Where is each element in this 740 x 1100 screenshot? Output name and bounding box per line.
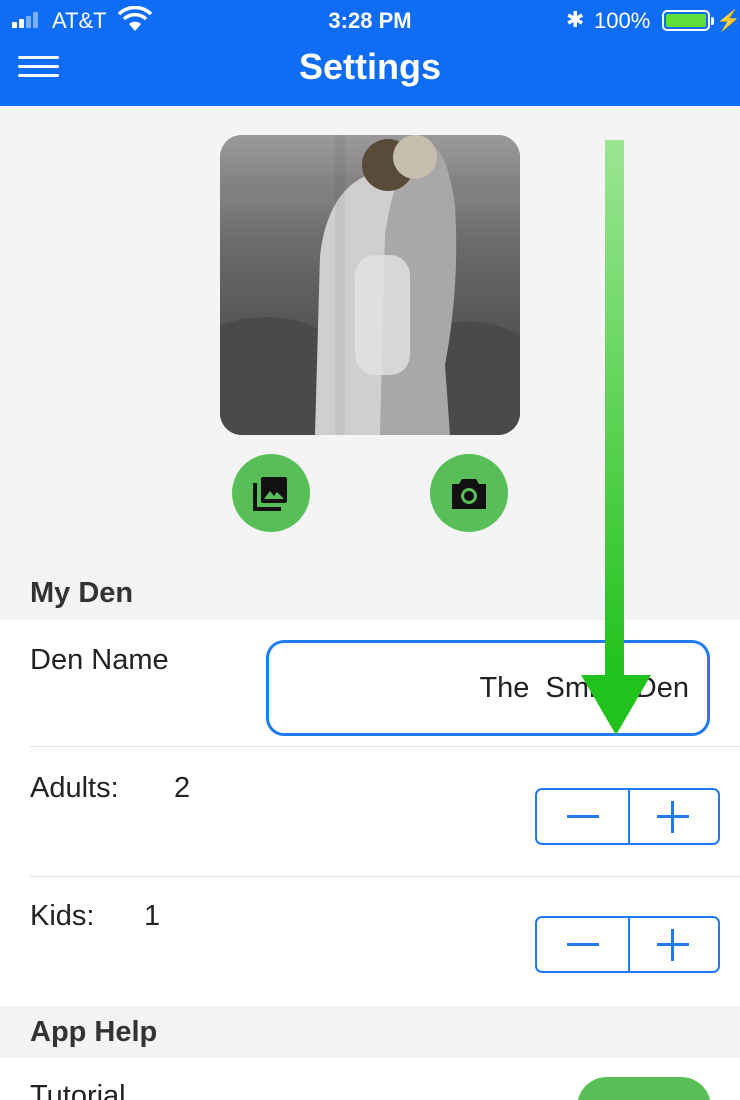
- camera-button[interactable]: [430, 454, 508, 532]
- app-help-section-header: App Help: [0, 1006, 740, 1058]
- den-name-input[interactable]: [266, 640, 710, 736]
- kids-label: Kids:: [30, 900, 95, 932]
- settings-screen: AT&T 3:28 PM ✱ 100% ⚡ Settings My Den De…: [0, 0, 740, 1100]
- my-den-section-header: My Den: [0, 567, 740, 620]
- adults-label: Adults:: [30, 772, 119, 804]
- tutorial-toggle[interactable]: [577, 1077, 711, 1100]
- adults-stepper: [535, 788, 720, 845]
- adults-decrement-button[interactable]: [537, 790, 628, 843]
- kids-count: 1: [144, 900, 161, 932]
- camera-icon: [452, 479, 486, 509]
- row-divider: [30, 746, 740, 747]
- battery-percentage: 100%: [594, 8, 651, 33]
- status-bar: AT&T 3:28 PM ✱ 100% ⚡: [0, 0, 740, 40]
- charging-icon: ⚡: [716, 10, 740, 32]
- minus-icon: [567, 943, 599, 946]
- adults-increment-button[interactable]: [627, 790, 718, 843]
- row-divider: [30, 876, 740, 877]
- tutorial-label: Tutorial: [30, 1080, 126, 1100]
- couple-photo-image: [220, 135, 520, 435]
- kids-decrement-button[interactable]: [537, 918, 628, 971]
- adults-count: 2: [174, 772, 191, 804]
- bluetooth-icon: ✱: [566, 7, 585, 32]
- photo-library-icon: [253, 477, 287, 511]
- top-bar: AT&T 3:28 PM ✱ 100% ⚡ Settings: [0, 0, 740, 106]
- page-title: Settings: [298, 46, 441, 87]
- photo-library-button[interactable]: [232, 454, 310, 532]
- kids-increment-button[interactable]: [627, 918, 718, 971]
- minus-icon: [567, 815, 599, 818]
- den-name-label: Den Name: [30, 644, 169, 676]
- battery-icon: [662, 10, 714, 31]
- den-photo: [220, 135, 520, 435]
- kids-stepper: [535, 916, 720, 973]
